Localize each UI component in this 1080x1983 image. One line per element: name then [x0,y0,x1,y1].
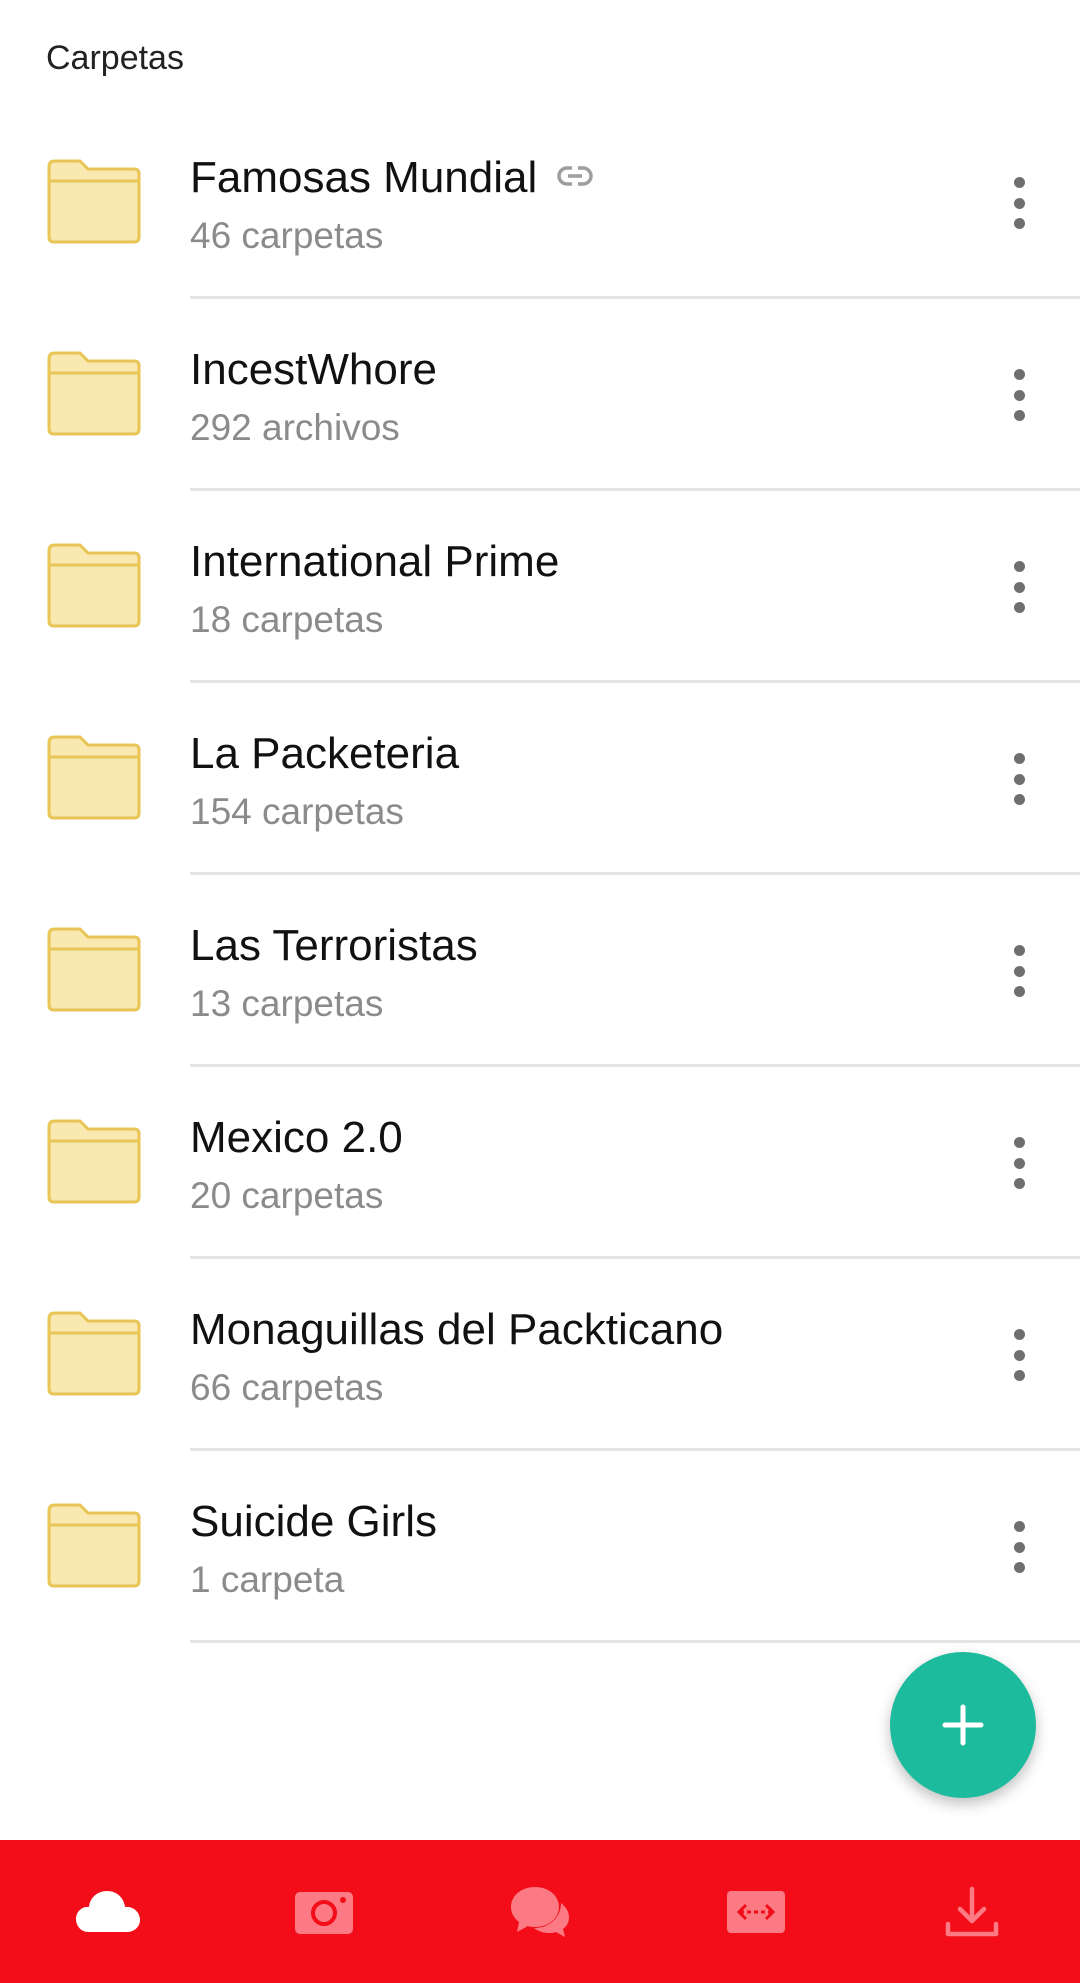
folder-name: Famosas Mundial [190,153,538,202]
more-options-button[interactable] [994,173,1044,233]
nav-transfers[interactable] [696,1862,816,1962]
bottom-navigation [0,1840,1080,1983]
folder-row[interactable]: Mexico 2.0 20 carpetas [0,1067,1080,1259]
folder-name: La Packeteria [190,729,460,778]
folder-list: Famosas Mundial 46 carpetas IncestWhore … [0,107,1080,1643]
more-vert-icon [1013,1329,1025,1340]
folder-row[interactable]: Famosas Mundial 46 carpetas [0,107,1080,299]
folder-row[interactable]: Las Terroristas 13 carpetas [0,875,1080,1067]
folder-name: Mexico 2.0 [190,1113,403,1162]
more-options-button[interactable] [994,1517,1044,1577]
folder-subtitle: 18 carpetas [190,599,384,640]
folder-row[interactable]: Monaguillas del Packticano 66 carpetas [0,1259,1080,1451]
folder-row[interactable]: International Prime 18 carpetas [0,491,1080,683]
app-screen: Carpetas Famosas Mundial 46 carpetas Inc… [0,0,1080,1983]
more-options-button[interactable] [994,557,1044,617]
nav-camera-uploads[interactable] [264,1862,384,1962]
more-options-button[interactable] [994,941,1044,1001]
folder-name: International Prime [190,537,560,586]
folder-subtitle: 46 carpetas [190,215,384,256]
folder-subtitle: 1 carpeta [190,1559,345,1600]
folder-icon [46,733,142,821]
folder-name: Las Terroristas [190,921,478,970]
folder-subtitle: 13 carpetas [190,983,384,1024]
more-vert-icon [1013,1137,1025,1148]
folder-text: Suicide Girls 1 carpeta [190,1493,950,1601]
more-vert-icon [1013,177,1025,188]
folder-subtitle: 154 carpetas [190,791,404,832]
add-button[interactable] [890,1652,1036,1798]
plus-icon [942,1704,984,1746]
folder-subtitle: 20 carpetas [190,1175,384,1216]
section-title: Carpetas [46,39,184,77]
folder-icon [46,925,142,1013]
transfer-icon [727,1890,785,1933]
folder-text: La Packeteria 154 carpetas [190,725,950,833]
download-icon [945,1886,999,1936]
nav-offline-downloads[interactable] [912,1862,1032,1962]
folder-icon [46,157,142,245]
folder-icon [46,349,142,437]
more-options-button[interactable] [994,365,1044,425]
chat-icon [511,1886,569,1937]
folder-text: Famosas Mundial 46 carpetas [190,149,950,257]
more-vert-icon [1013,561,1025,572]
cloud-icon [76,1890,140,1932]
folder-name: Suicide Girls [190,1497,437,1546]
more-vert-icon [1013,369,1025,380]
folder-name: IncestWhore [190,345,437,394]
nav-chat[interactable] [480,1862,600,1962]
folder-row[interactable]: IncestWhore 292 archivos [0,299,1080,491]
folder-icon [46,1309,142,1397]
folder-icon [46,1501,142,1589]
folder-text: Las Terroristas 13 carpetas [190,917,950,1025]
more-vert-icon [1013,1521,1025,1532]
camera-icon [295,1891,353,1934]
more-options-button[interactable] [994,749,1044,809]
folder-name: Monaguillas del Packticano [190,1305,724,1354]
folder-subtitle: 292 archivos [190,407,400,448]
nav-cloud-drive[interactable] [48,1862,168,1962]
more-options-button[interactable] [994,1325,1044,1385]
folder-text: Monaguillas del Packticano 66 carpetas [190,1301,950,1409]
folder-subtitle: 66 carpetas [190,1367,384,1408]
folder-text: IncestWhore 292 archivos [190,341,950,449]
folder-row[interactable]: Suicide Girls 1 carpeta [0,1451,1080,1643]
folder-icon [46,1117,142,1205]
row-divider [190,1640,1080,1643]
more-vert-icon [1013,753,1025,764]
link-icon [557,165,594,187]
folder-row[interactable]: La Packeteria 154 carpetas [0,683,1080,875]
folder-text: International Prime 18 carpetas [190,533,950,641]
more-vert-icon [1013,945,1025,956]
folder-icon [46,541,142,629]
more-options-button[interactable] [994,1133,1044,1193]
folder-text: Mexico 2.0 20 carpetas [190,1109,950,1217]
